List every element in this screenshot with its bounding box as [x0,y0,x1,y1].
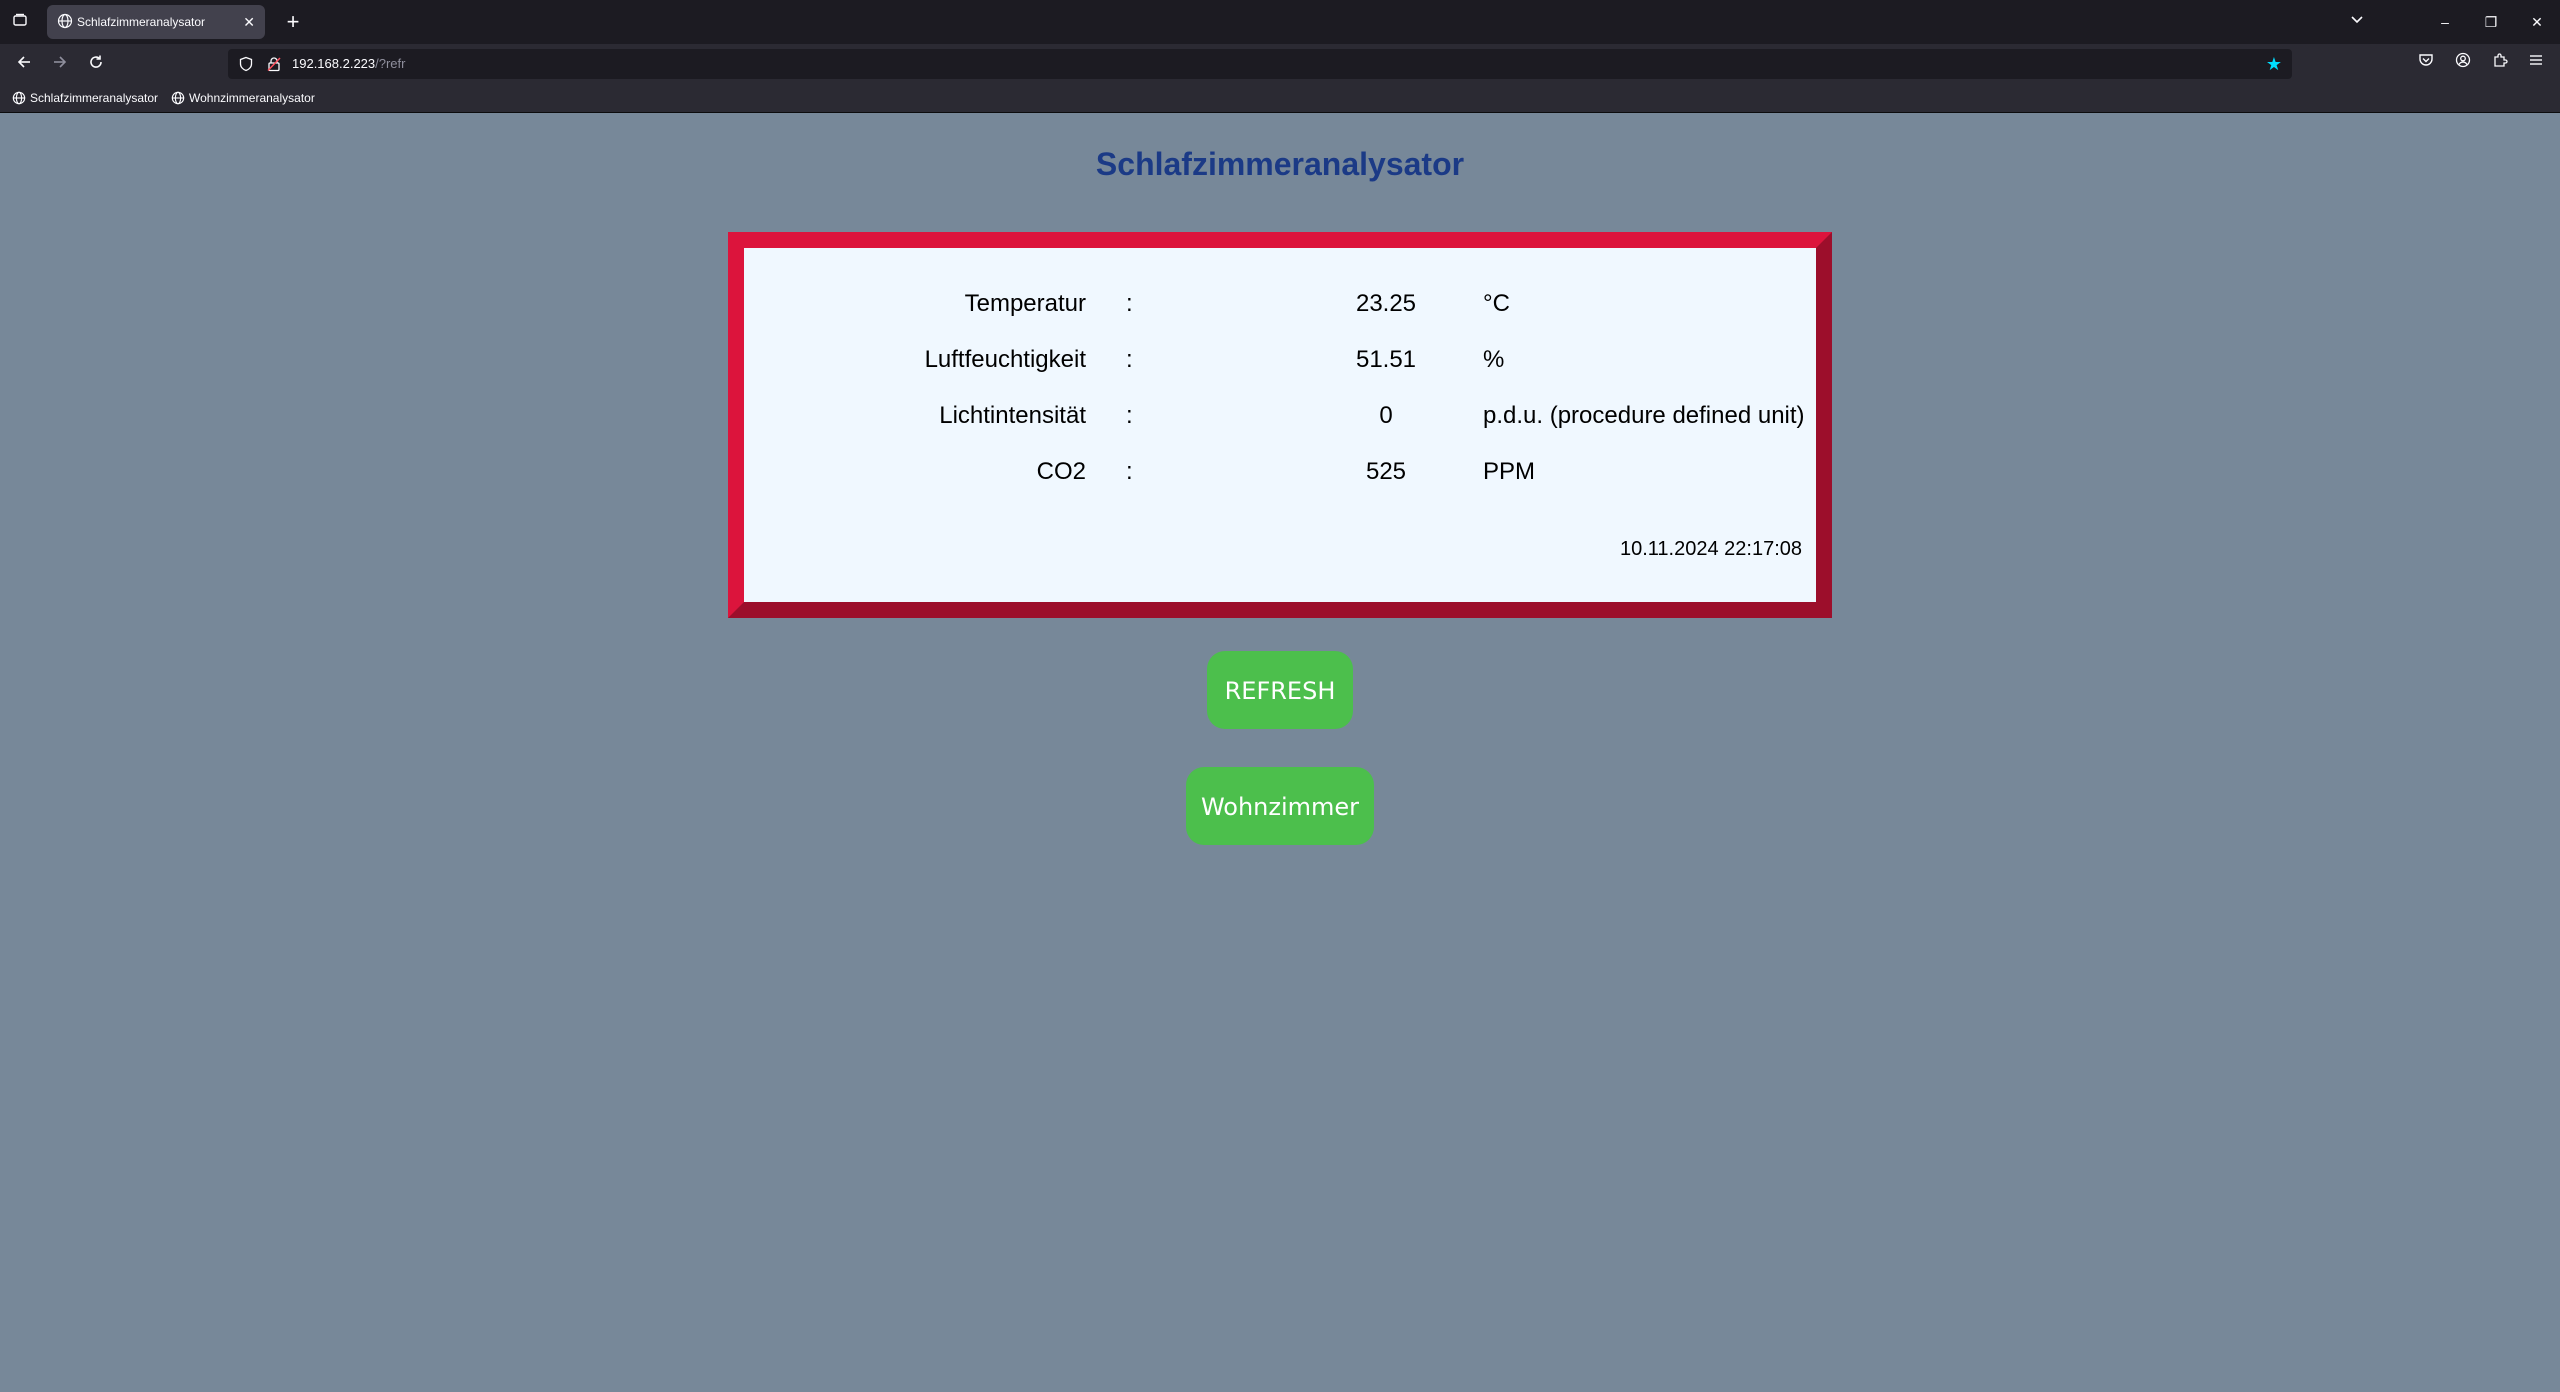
readings-card: Temperatur : 23.25 °C Luftfeuchtigkeit :… [728,232,1832,618]
wohnzimmer-button[interactable]: Wohnzimmer [1186,767,1374,845]
close-icon[interactable]: ✕ [243,5,255,39]
pocket-icon[interactable] [2412,50,2440,78]
reading-row-humidity: Luftfeuchtigkeit : 51.51 % [744,340,1816,380]
reload-icon[interactable] [82,50,110,78]
reading-value: 0 [1379,402,1393,429]
reading-unit: °C [1483,290,1510,317]
bookmark-schlafzimmer[interactable]: Schlafzimmeranalysator [12,84,158,112]
reading-value: 23.25 [1355,290,1417,317]
globe-icon [12,91,26,105]
reading-value: 525 [1365,458,1407,485]
tab-title: Schlafzimmeranalysator [77,15,206,29]
chevron-down-icon[interactable] [2350,12,2364,29]
account-icon[interactable] [2449,50,2477,78]
timestamp: 10.11.2024 22:17:08 [1619,538,1802,560]
bookmark-star-icon[interactable]: ★ [2266,53,2282,75]
reading-separator: : [1126,402,1133,429]
restore-icon[interactable]: ❐ [2476,8,2506,36]
tab-active[interactable]: Schlafzimmeranalysator ✕ [47,5,265,39]
globe-icon [57,13,73,34]
reading-label: Luftfeuchtigkeit [924,346,1086,373]
bookmark-wohnzimmer[interactable]: Wohnzimmeranalysator [171,84,315,112]
forward-arrow-icon[interactable] [46,50,74,78]
url-path: /?refr [375,56,406,71]
reading-separator: : [1126,346,1133,373]
bookmarks-toolbar: Schlafzimmeranalysator Wohnzimmeranalysa… [0,84,2560,113]
reading-separator: : [1126,458,1133,485]
nav-bar: 192.168.2.223/?refr ★ [0,44,2560,84]
shield-icon[interactable] [238,56,254,77]
reading-row-temperature: Temperatur : 23.25 °C [744,284,1816,324]
reading-row-co2: CO2 : 525 PPM [744,452,1816,492]
back-arrow-icon[interactable] [10,50,38,78]
minimize-icon[interactable]: – [2430,8,2460,36]
tab-list-icon[interactable] [10,12,30,32]
tab-bar: Schlafzimmeranalysator ✕ + – ❐ ✕ [0,0,2560,44]
bookmark-label: Schlafzimmeranalysator [30,91,159,105]
new-tab-plus-icon[interactable]: + [280,9,306,35]
reading-unit: PPM [1483,458,1536,485]
reading-row-light: Lichtintensität : 0 p.d.u. (procedure de… [744,396,1816,436]
reading-label: CO2 [1036,458,1086,485]
reading-unit: p.d.u. (procedure defined unit) [1483,402,1805,429]
url-bar[interactable]: 192.168.2.223/?refr ★ [228,49,2292,79]
url-host: 192.168.2.223 [292,56,376,71]
reading-value: 51.51 [1355,346,1417,373]
reading-label: Lichtintensität [939,402,1086,429]
extensions-icon[interactable] [2486,50,2514,78]
url-text[interactable]: 192.168.2.223/?refr [292,49,405,79]
close-window-icon[interactable]: ✕ [2522,8,2552,36]
reading-label: Temperatur [964,290,1086,317]
reading-unit: % [1483,346,1505,373]
page-title: Schlafzimmeranalysator [1095,146,1465,182]
insecure-lock-icon[interactable] [266,56,282,77]
reading-separator: : [1126,290,1133,317]
menu-icon[interactable] [2522,50,2550,78]
bookmark-label: Wohnzimmeranalysator [189,91,315,105]
globe-icon [171,91,185,105]
refresh-button[interactable]: REFRESH [1207,651,1353,729]
